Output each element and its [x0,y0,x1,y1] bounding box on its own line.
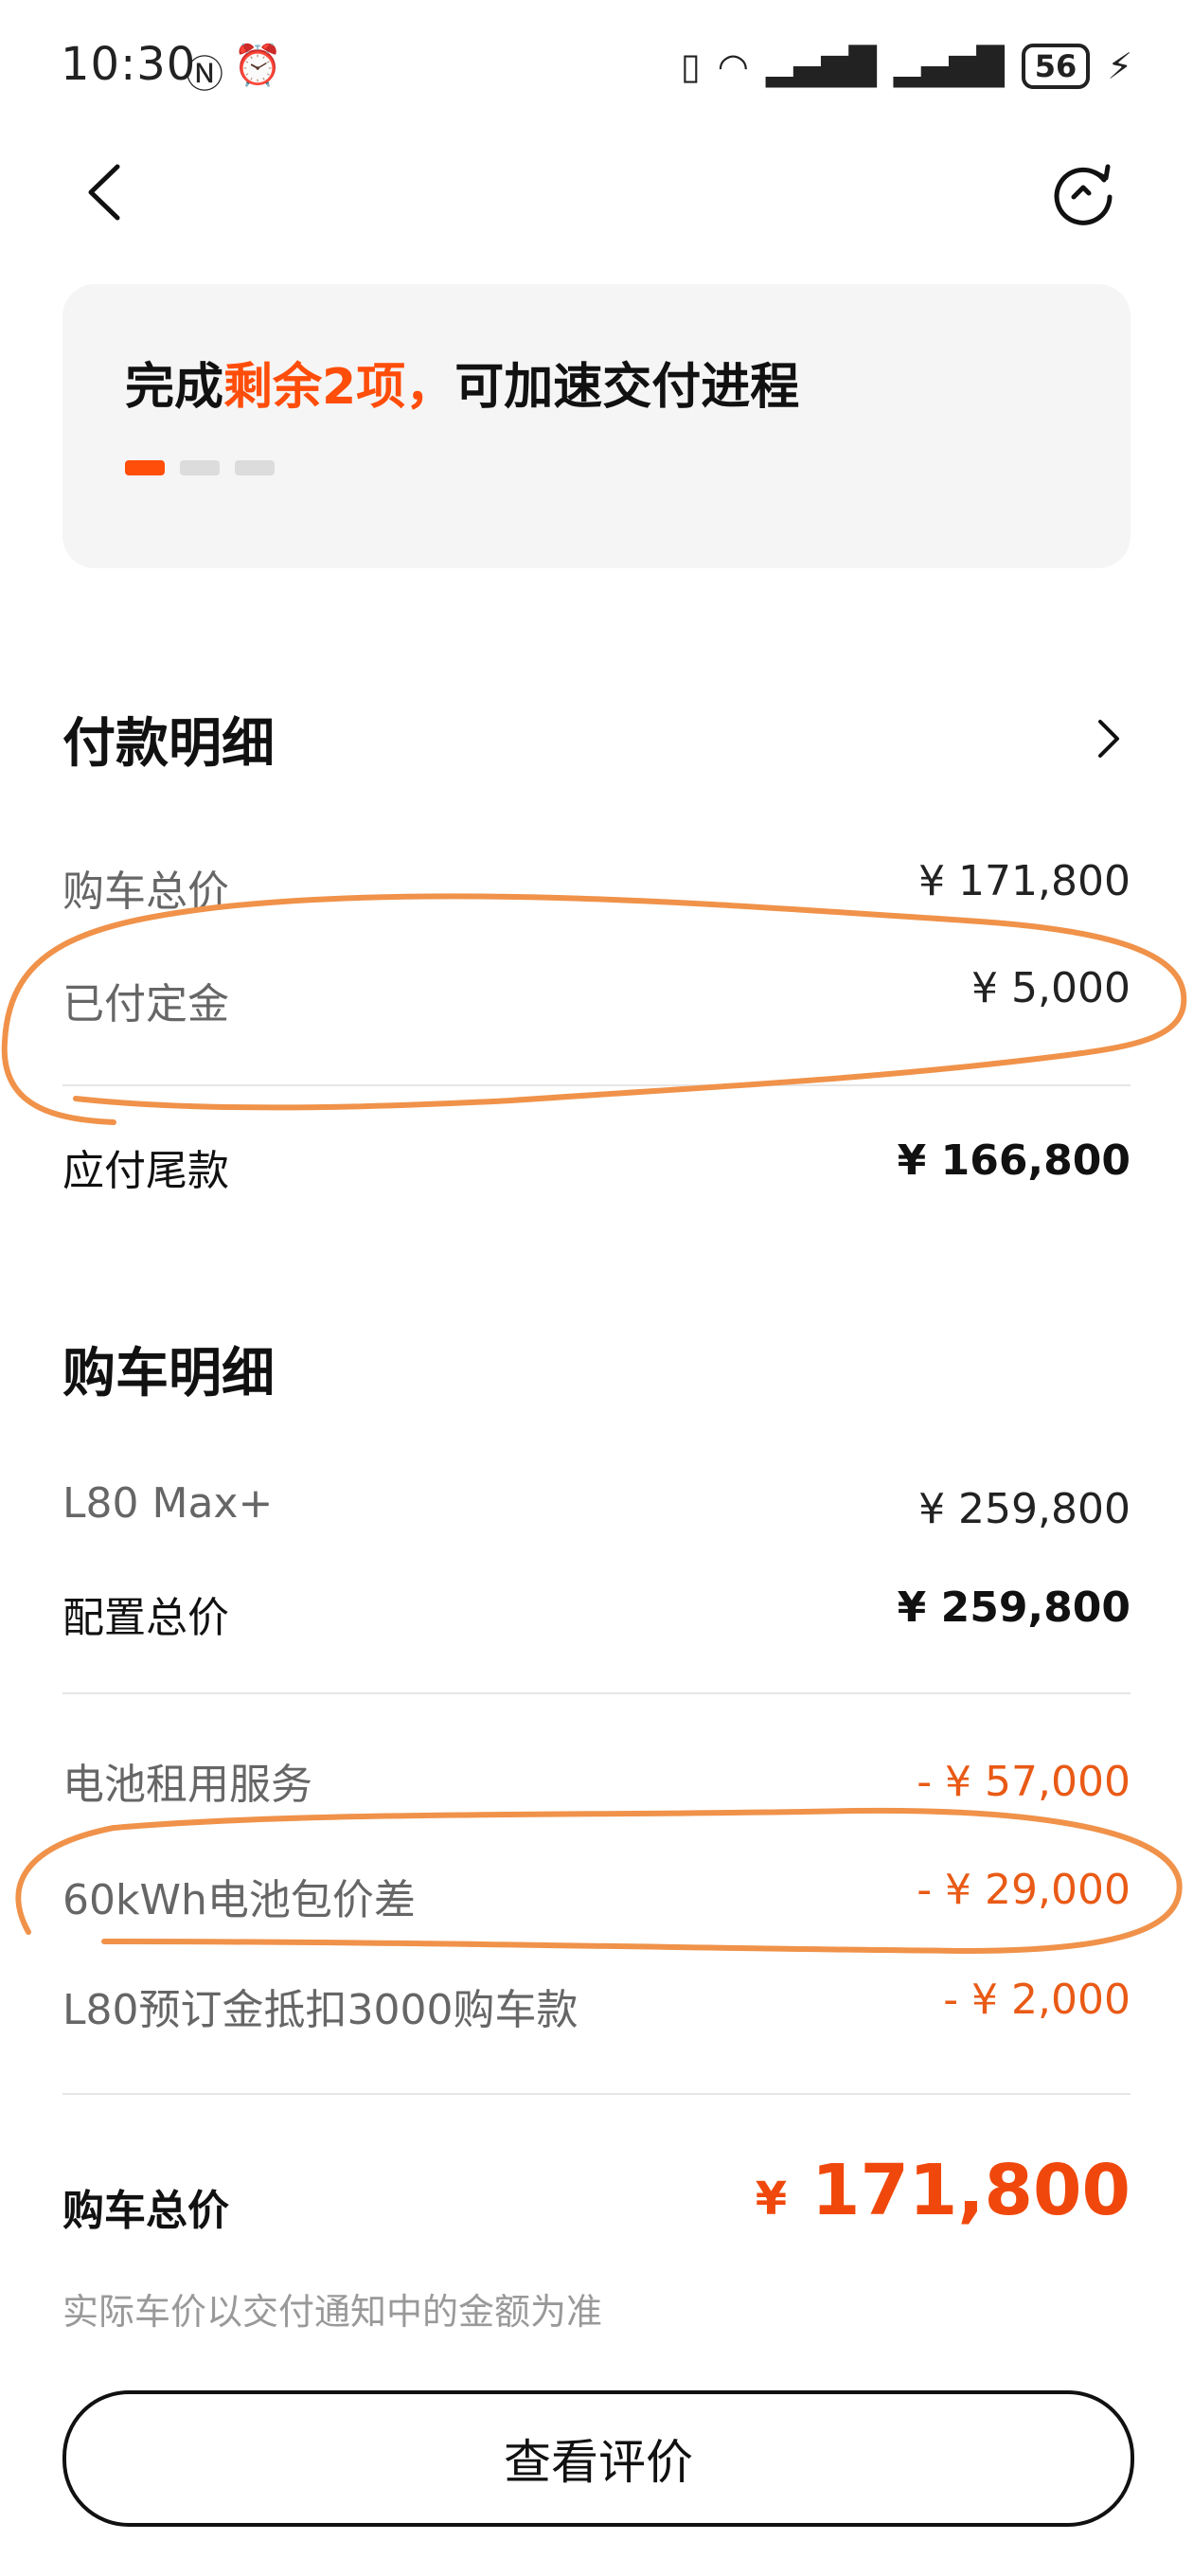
total-price-value: ¥ 171,800 [918,857,1131,905]
payment-details-link[interactable] [1089,710,1127,767]
divider [62,2093,1131,2095]
page-dot [235,460,275,475]
battery-rental-value: - ¥ 57,000 [917,1758,1131,1806]
vibrate-icon: ▯ [680,45,701,87]
purchase-total-label: 购车总价 [62,2187,229,2235]
config-total-label: 配置总价 [62,1594,229,1642]
delivery-progress-card[interactable]: 完成剩余2项，可加速交付进程 [62,284,1131,568]
battery-pack-diff-value: - ¥ 29,000 [917,1866,1131,1914]
deposit-deduction-value: - ¥ 2,000 [943,1976,1131,2024]
payment-section-title: 付款明细 [62,713,275,775]
wifi-icon: ◠ [717,45,749,87]
model-price: ¥ 259,800 [918,1485,1131,1533]
price-note: 实际车价以交付通知中的金额为准 [62,2291,603,2333]
divider [62,1084,1131,1086]
deposit-deduction-label: L80预订金抵扣3000购车款 [62,1986,579,2034]
purchase-total-amount: 171,800 [810,2150,1131,2231]
battery-rental-label: 电池租用服务 [62,1761,312,1809]
chevron-right-icon [1098,720,1119,758]
banner-title-suffix: 可加速交付进程 [454,359,800,416]
battery-pack-diff-label: 60kWh电池包价差 [62,1876,416,1924]
alarm-icon: ⏰ [233,42,283,88]
purchase-total-value: ¥ 171,800 [756,2150,1131,2231]
page-dot-active [125,460,165,475]
deposit-paid-label: 已付定金 [62,980,229,1029]
currency-symbol: ¥ [755,2173,788,2226]
view-evaluation-button[interactable]: 查看评价 [62,2390,1134,2527]
balance-due-label: 应付尾款 [62,1147,229,1195]
page-indicator [125,460,275,475]
config-total-value: ¥ 259,800 [897,1583,1131,1632]
banner-title-prefix: 完成 [125,359,224,416]
status-time: 10:30 [61,38,197,91]
banner-title: 完成剩余2项，可加速交付进程 [125,347,799,418]
charging-icon: ⚡ [1107,45,1132,87]
chevron-left-icon [88,164,120,221]
refresh-button[interactable] [1051,159,1117,225]
nfc-icon: Ⓝ [186,53,223,97]
balance-due-value: ¥ 166,800 [897,1136,1131,1185]
total-price-label: 购车总价 [62,868,229,916]
refresh-icon [1054,164,1113,225]
purchase-section-title: 购车明细 [62,1343,275,1404]
status-icons: ▯ ◠ ▂▄▆█ ▂▄▆█ 56 ⚡ [681,44,1132,89]
deposit-paid-value: ¥ 5,000 [971,964,1131,1012]
back-button[interactable] [78,159,134,225]
battery-icon: 56 [1021,44,1091,89]
page-dot [180,460,220,475]
signal-icon: ▂▄▆█ [893,45,1005,87]
signal-icon: ▂▄▆█ [765,45,877,87]
banner-title-highlight: 剩余2项， [223,359,455,416]
model-label: L80 Max+ [62,1479,274,1528]
divider [62,1692,1131,1694]
